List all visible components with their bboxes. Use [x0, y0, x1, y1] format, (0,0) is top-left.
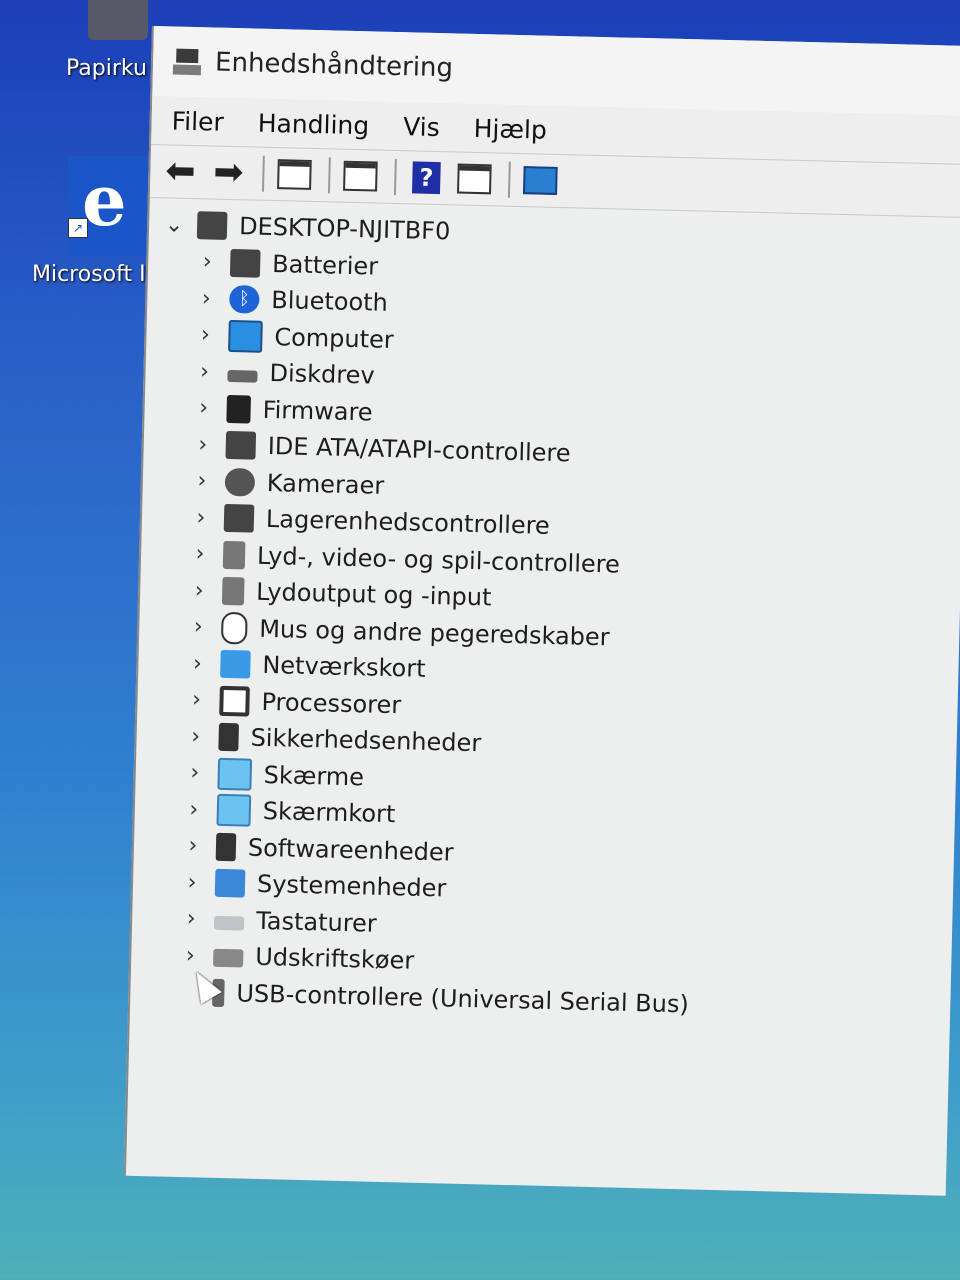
help-icon: ?: [411, 161, 441, 195]
menu-action[interactable]: Handling: [257, 108, 369, 140]
show-hide-console-tree-button[interactable]: [272, 155, 317, 194]
arrow-right-icon: ➡: [212, 151, 245, 194]
window-title: Enhedshåndtering: [214, 47, 454, 84]
chevron-right-icon[interactable]: ›: [184, 724, 207, 750]
mouse-icon: [220, 611, 248, 645]
print-queue-icon: [213, 949, 244, 968]
chevron-right-icon[interactable]: ›: [194, 322, 217, 348]
action-pane-icon: [456, 163, 492, 195]
properties-icon: [343, 160, 378, 192]
menu-help[interactable]: Hjælp: [473, 113, 547, 144]
help-button[interactable]: ?: [404, 158, 449, 197]
tree-item-label: Netværkskort: [262, 651, 426, 684]
tree-item-label: Batterier: [271, 249, 379, 281]
battery-icon: [229, 248, 261, 278]
software-device-icon: [215, 832, 237, 862]
shortcut-arrow-icon: ↗: [68, 218, 88, 238]
edge-logo-icon: e: [82, 159, 127, 242]
chevron-right-icon[interactable]: ›: [187, 614, 210, 640]
scan-hardware-icon: [523, 166, 558, 195]
chevron-right-icon[interactable]: ›: [195, 286, 218, 312]
tree-item-label: IDE ATA/ATAPI-controllere: [267, 432, 571, 468]
forward-button[interactable]: ➡: [206, 151, 251, 194]
bluetooth-icon: ᛒ: [229, 285, 260, 314]
tree-item-label: Firmware: [262, 395, 373, 427]
ide-controller-icon: [225, 431, 257, 460]
tree-item-label: Bluetooth: [270, 286, 389, 318]
storage-controller-icon: [223, 504, 255, 533]
chevron-right-icon[interactable]: ›: [182, 833, 205, 859]
tree-root-label: DESKTOP-NJITBF0: [238, 212, 451, 246]
chevron-right-icon[interactable]: ›: [190, 505, 213, 531]
menu-view[interactable]: Vis: [403, 112, 440, 142]
device-manager-window: Enhedshåndtering Filer Handling Vis Hjæl…: [123, 26, 960, 1196]
chevron-right-icon[interactable]: ›: [185, 687, 208, 713]
chevron-right-icon[interactable]: ›: [181, 870, 204, 896]
system-device-icon: [214, 869, 246, 898]
tree-item-label: Tastaturer: [255, 906, 378, 938]
sound-icon: [222, 540, 246, 570]
tree-item-label: Sikkerhedsenheder: [250, 723, 482, 758]
device-tree: ⌄ DESKTOP-NJITBF0 › Batterier › ᛒ Blueto…: [130, 198, 960, 1029]
tree-item-label: Mus og andre pegeredskaber: [258, 614, 610, 652]
firmware-icon: [226, 394, 252, 424]
tree-item-label: Systemenheder: [256, 870, 447, 903]
chevron-right-icon[interactable]: ›: [180, 906, 203, 932]
scan-hardware-button[interactable]: [518, 161, 563, 200]
chevron-right-icon[interactable]: ›: [189, 541, 212, 567]
computer-icon: [228, 319, 263, 353]
tree-item-label: Skærme: [263, 760, 365, 792]
chevron-right-icon[interactable]: ›: [186, 651, 209, 677]
network-adapter-icon: [220, 650, 251, 679]
menu-file[interactable]: Filer: [171, 106, 224, 136]
audio-io-icon: [221, 577, 245, 606]
device-manager-icon: [172, 48, 202, 76]
tree-item-label: Lydoutput og -input: [255, 577, 492, 612]
tree-item-label: USB-controllere (Universal Serial Bus): [236, 979, 690, 1019]
display-adapter-icon: [216, 794, 252, 827]
toolbar-separator: [507, 161, 511, 198]
chevron-right-icon[interactable]: ›: [193, 359, 216, 385]
keyboard-icon: [213, 915, 245, 931]
chevron-right-icon[interactable]: ›: [196, 249, 219, 275]
tree-item-label: Diskdrev: [269, 359, 375, 390]
chevron-right-icon[interactable]: ›: [183, 760, 206, 786]
chevron-right-icon[interactable]: ›: [183, 797, 206, 823]
toolbar-separator: [327, 157, 331, 194]
toolbar-separator: [393, 158, 397, 196]
tree-item-label: Lagerenhedscontrollere: [265, 505, 551, 541]
tree-item-label: Softwareenheder: [247, 833, 454, 867]
back-button[interactable]: ⬅: [158, 150, 203, 193]
toolbar-separator: [261, 155, 265, 192]
computer-root-icon: [196, 211, 228, 241]
tree-item-label: Kameraer: [266, 468, 385, 500]
chevron-right-icon[interactable]: ›: [191, 468, 214, 494]
recycle-bin-label[interactable]: Papirku: [66, 56, 147, 81]
action-pane-button[interactable]: [452, 159, 497, 198]
tree-item-label: Udskriftskøer: [254, 943, 415, 975]
edge-shortcut-icon[interactable]: e ↗: [68, 156, 148, 256]
security-device-icon: [218, 723, 239, 752]
chevron-right-icon[interactable]: ›: [192, 395, 215, 421]
chevron-right-icon[interactable]: ›: [179, 943, 202, 969]
tree-item-label: Computer: [274, 322, 395, 354]
monitor-icon: [217, 757, 253, 791]
recycle-bin-icon[interactable]: [88, 0, 148, 40]
console-tree-icon: [277, 159, 312, 190]
chevron-down-icon[interactable]: ⌄: [163, 212, 186, 238]
tree-item-label: Processorer: [261, 687, 402, 720]
arrow-left-icon: ⬅: [164, 150, 197, 193]
processor-icon: [219, 685, 250, 717]
tree-item-label: Lyd-, video- og spil-controllere: [256, 541, 621, 579]
properties-button[interactable]: [338, 157, 383, 196]
disk-drive-icon: [227, 370, 258, 383]
camera-icon: [224, 467, 256, 497]
chevron-right-icon[interactable]: ›: [191, 432, 214, 458]
tree-item-label: Skærmkort: [262, 797, 396, 829]
edge-shortcut-label[interactable]: Microsoft I: [32, 262, 146, 287]
chevron-right-icon[interactable]: ›: [188, 578, 211, 604]
